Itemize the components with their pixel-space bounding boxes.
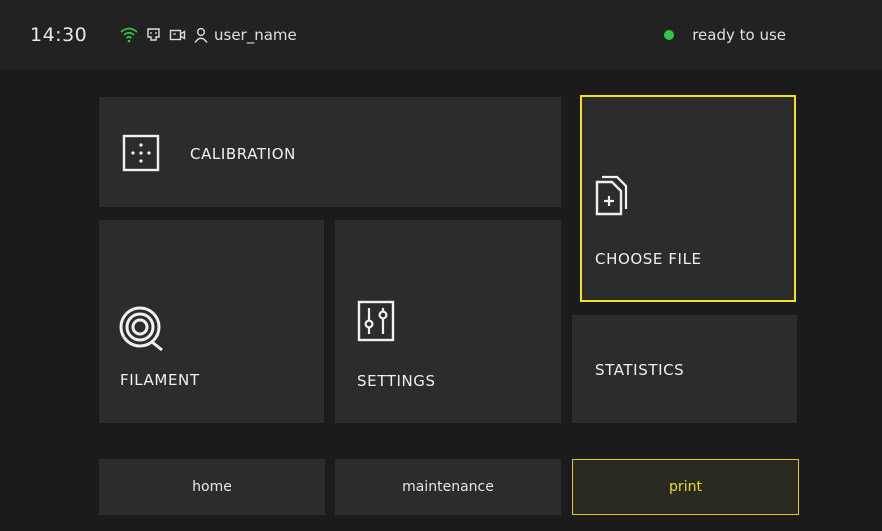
calibration-label: CALIBRATION (190, 145, 296, 163)
calibration-icon (122, 134, 160, 172)
nav-print-button[interactable]: print (572, 459, 799, 515)
calibration-tile[interactable]: CALIBRATION (99, 97, 561, 207)
status-dot (664, 30, 675, 40)
status-icons: user_name (120, 26, 297, 44)
wifi-icon (120, 27, 138, 43)
screen: 14:30 user_name ready to use CALIBRATION… (0, 0, 882, 531)
choose-file-tile[interactable]: CHOOSE FILE (580, 95, 796, 302)
status-bar: 14:30 user_name ready to use (0, 0, 882, 71)
nav-home-button[interactable]: home (99, 459, 325, 515)
printer-status: ready to use (664, 26, 786, 44)
statistics-tile[interactable]: STATISTICS (572, 315, 797, 423)
settings-tile[interactable]: SETTINGS (335, 220, 561, 423)
settings-label: SETTINGS (357, 372, 436, 390)
clock: 14:30 (30, 24, 88, 46)
filament-spool-icon (119, 306, 163, 351)
add-file-icon (595, 175, 628, 216)
user-icon (194, 27, 208, 43)
filament-tile[interactable]: FILAMENT (99, 220, 324, 423)
statistics-label: STATISTICS (595, 361, 685, 379)
camera-icon (169, 28, 186, 42)
nav-maintenance-button[interactable]: maintenance (335, 459, 561, 515)
filament-label: FILAMENT (120, 371, 200, 389)
status-text: ready to use (692, 26, 786, 44)
network-icon (146, 27, 161, 43)
sliders-icon (357, 300, 395, 342)
choose-file-label: CHOOSE FILE (595, 250, 702, 268)
user-name: user_name (214, 26, 297, 44)
